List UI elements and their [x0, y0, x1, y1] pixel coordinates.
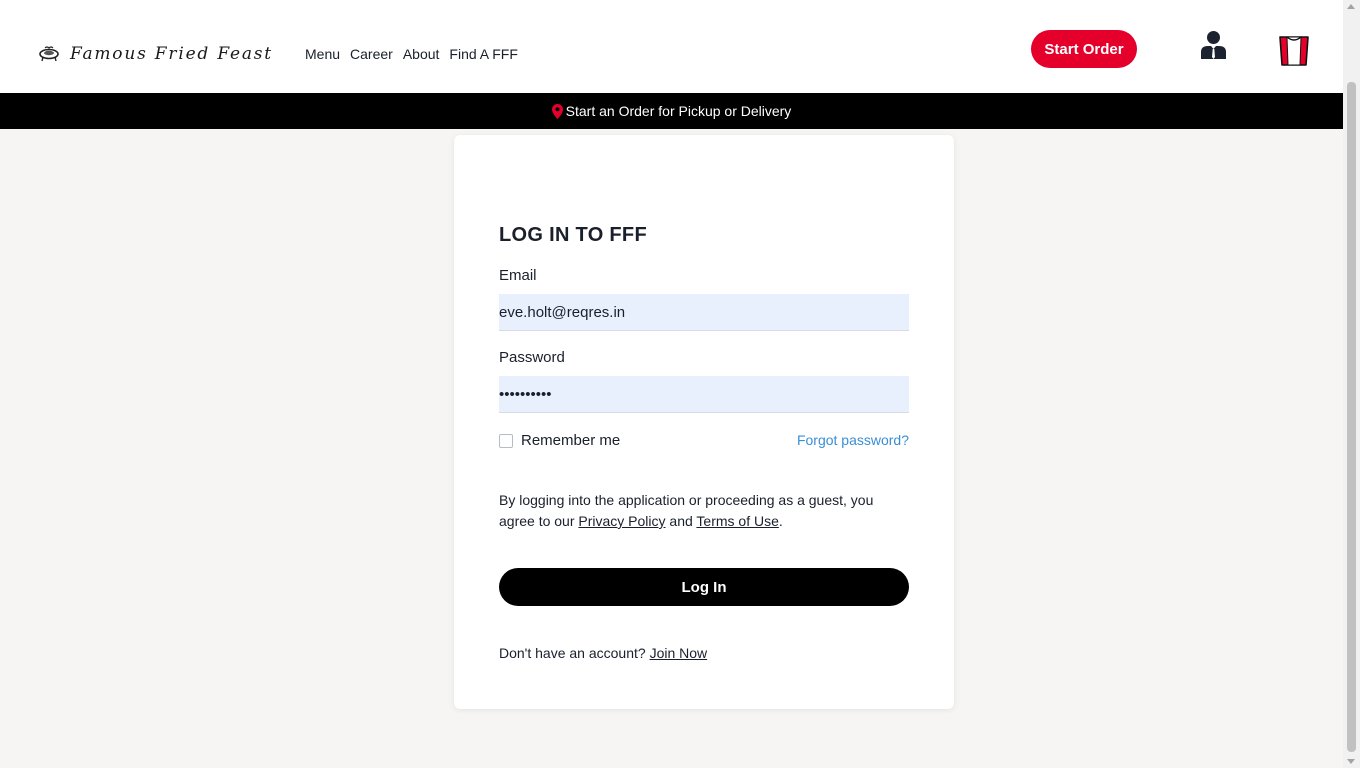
email-label: Email — [499, 267, 537, 284]
remember-me-label: Remember me — [521, 432, 621, 449]
brand-logo[interactable]: Famous Fried Feast — [38, 40, 273, 68]
join-now-link[interactable]: Join Now — [650, 645, 708, 661]
login-card: LOG IN TO FFF Email Password Remember me… — [454, 135, 954, 709]
password-label: Password — [499, 349, 565, 366]
terms-of-use-link[interactable]: Terms of Use — [696, 513, 778, 529]
remember-me-toggle[interactable]: Remember me — [499, 432, 620, 449]
location-pin-icon — [551, 103, 563, 119]
user-account-icon[interactable] — [1200, 30, 1227, 59]
page-scrollbar[interactable] — [1343, 0, 1360, 768]
start-order-button[interactable]: Start Order — [1031, 30, 1137, 68]
terms-notice: By logging into the application or proce… — [499, 490, 909, 532]
fried-chicken-plate-icon — [38, 43, 60, 65]
signup-prompt-text: Don't have an account? — [499, 645, 646, 661]
bucket-icon[interactable] — [1278, 34, 1310, 66]
main-nav: Menu Career About Find A FFF — [305, 45, 518, 63]
site-header: Famous Fried Feast Menu Career About Fin… — [0, 0, 1343, 93]
email-field[interactable] — [499, 294, 909, 331]
terms-suffix: . — [778, 513, 783, 529]
log-in-button[interactable]: Log In — [499, 568, 909, 606]
nav-item-find-a-fff[interactable]: Find A FFF — [449, 45, 517, 63]
page-viewport: Famous Fried Feast Menu Career About Fin… — [0, 0, 1343, 768]
nav-item-menu[interactable]: Menu — [305, 45, 340, 63]
password-field[interactable] — [499, 376, 909, 413]
brand-name: Famous Fried Feast — [70, 44, 273, 64]
forgot-password-link[interactable]: Forgot password? — [797, 432, 909, 448]
login-title: LOG IN TO FFF — [499, 224, 647, 246]
scrollbar-thumb[interactable] — [1347, 82, 1356, 752]
nav-item-about[interactable]: About — [403, 45, 440, 63]
scroll-up-arrow-icon[interactable] — [1347, 4, 1355, 9]
remember-me-checkbox[interactable] — [499, 433, 513, 448]
nav-item-career[interactable]: Career — [350, 45, 393, 63]
promo-text: Start an Order for Pickup or Delivery — [565, 103, 792, 119]
signup-prompt: Don't have an account? Join Now — [499, 645, 707, 661]
scroll-down-arrow-icon[interactable] — [1347, 759, 1355, 764]
privacy-policy-link[interactable]: Privacy Policy — [578, 513, 665, 529]
terms-and: and — [669, 513, 693, 529]
order-promo-bar[interactable]: Start an Order for Pickup or Delivery — [0, 93, 1343, 129]
